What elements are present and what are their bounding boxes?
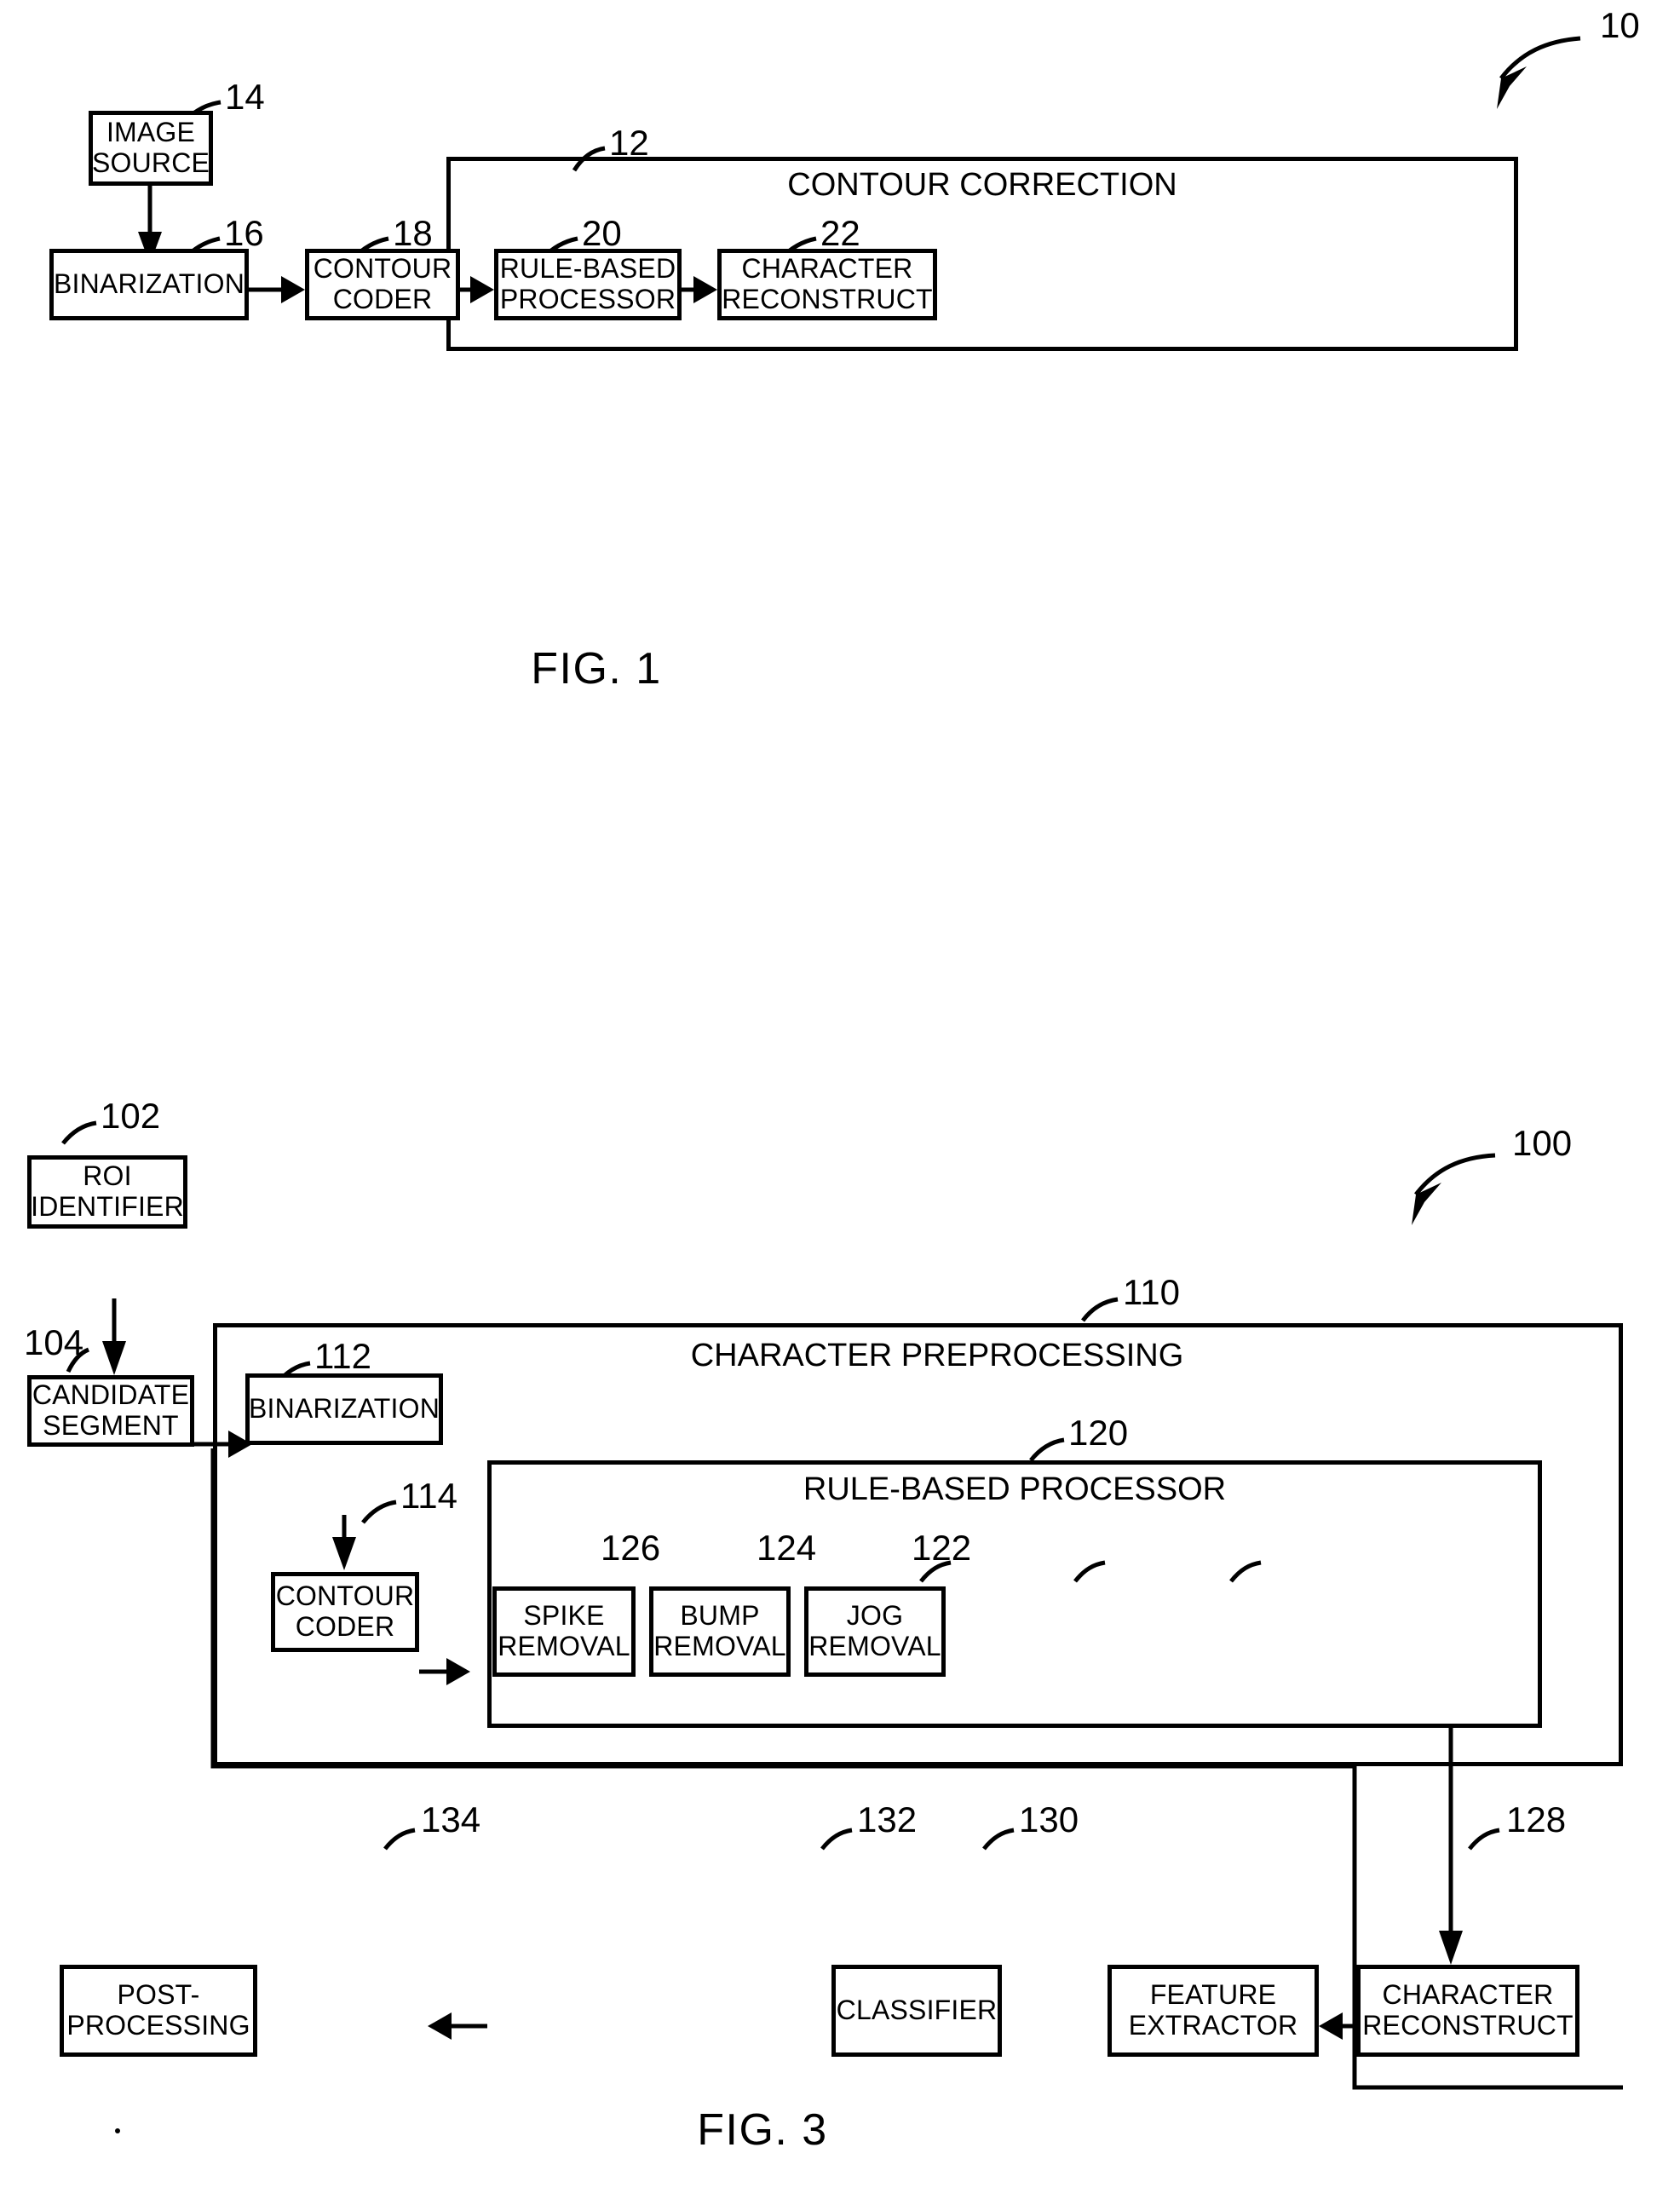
edge-classifier-to-post-processing: [428, 2012, 487, 2040]
node-binarization-line1: BINARIZATION: [248, 1393, 440, 1425]
node-bump-removal[interactable]: BUMP REMOVAL: [649, 1586, 791, 1677]
node-character-reconstruct[interactable]: CHARACTER RECONSTRUCT: [717, 249, 937, 320]
figure-1-caption: FIG. 1: [531, 644, 662, 694]
node-post-processing-line1: POST-: [117, 1979, 200, 2011]
edge-character-reconstruct-to-feature-extractor: [1319, 2012, 1356, 2040]
node-bump-removal-line1: BUMP: [680, 1600, 760, 1632]
node-contour-coder[interactable]: CONTOUR CODER: [271, 1572, 419, 1652]
ref-114: 114: [400, 1476, 457, 1516]
group-contour-correction-title: CONTOUR CORRECTION: [787, 167, 1177, 203]
ref-132: 132: [857, 1799, 918, 1839]
ref-102: 102: [101, 1096, 161, 1136]
leader-130: [982, 1828, 1015, 1851]
ref-110: 110: [1123, 1272, 1180, 1312]
node-contour-coder-line2: CODER: [332, 284, 433, 314]
node-image-source-line1: IMAGE: [106, 117, 196, 148]
leader-102: [61, 1120, 97, 1145]
system-ref-10: 10: [1600, 5, 1640, 45]
patent-drawing-sheet: 10 CONTOUR CORRECTION 12 IMAGE SOURCE 14…: [0, 0, 1680, 2205]
ref-124-label: 124: [757, 1528, 817, 1568]
node-character-reconstruct-line2: RECONSTRUCT: [1362, 2010, 1574, 2041]
node-rule-based-processor[interactable]: RULE-BASED PROCESSOR: [494, 249, 682, 320]
node-classifier-line1: CLASSIFIER: [836, 1995, 998, 2026]
leader-110: [1081, 1297, 1119, 1322]
node-roi-identifier-line2: IDENTIFIER: [31, 1191, 184, 1222]
ref-22: 22: [820, 213, 860, 253]
ref-128: 128: [1506, 1799, 1567, 1839]
node-bump-removal-line2: REMOVAL: [653, 1631, 786, 1661]
node-binarization-line1: BINARIZATION: [53, 268, 245, 300]
ref-104: 104: [24, 1322, 84, 1362]
node-candidate-segment[interactable]: CANDIDATE SEGMENT: [27, 1375, 194, 1447]
node-post-processing-line2: PROCESSING: [66, 2010, 250, 2041]
node-image-source-line2: SOURCE: [91, 147, 210, 178]
ref-126-label: 126: [601, 1528, 661, 1568]
node-candidate-segment-line1: CANDIDATE: [32, 1379, 190, 1411]
ref-120: 120: [1068, 1413, 1129, 1453]
node-feature-extractor-line2: EXTRACTOR: [1128, 2010, 1298, 2041]
fig1-system-leader: [1497, 36, 1581, 109]
node-contour-coder[interactable]: CONTOUR CODER: [305, 249, 460, 320]
node-classifier[interactable]: CLASSIFIER: [831, 1965, 1002, 2057]
node-character-reconstruct-line1: CHARACTER: [741, 253, 913, 285]
node-jog-removal-line1: JOG: [846, 1600, 904, 1632]
node-roi-identifier[interactable]: ROI IDENTIFIER: [27, 1155, 187, 1229]
node-feature-extractor[interactable]: FEATURE EXTRACTOR: [1108, 1965, 1319, 2057]
node-rule-based-processor-line2: PROCESSOR: [499, 284, 676, 314]
node-spike-removal-line2: REMOVAL: [498, 1631, 630, 1661]
ref-134: 134: [421, 1799, 481, 1839]
node-character-reconstruct-line1: CHARACTER: [1382, 1979, 1554, 2011]
node-binarization[interactable]: BINARIZATION: [245, 1373, 443, 1445]
node-character-reconstruct-line2: RECONSTRUCT: [722, 284, 933, 314]
edge-roi-to-candidate-segment: [102, 1298, 126, 1375]
ref-112: 112: [314, 1336, 371, 1376]
node-binarization[interactable]: BINARIZATION: [49, 249, 249, 320]
node-character-reconstruct[interactable]: CHARACTER RECONSTRUCT: [1356, 1965, 1579, 2057]
node-post-processing[interactable]: POST- PROCESSING: [60, 1965, 257, 2057]
leader-134: [383, 1828, 416, 1851]
system-ref-100: 100: [1512, 1123, 1573, 1163]
node-spike-removal-line1: SPIKE: [523, 1600, 605, 1632]
ref-14: 14: [225, 77, 265, 117]
ref-18: 18: [393, 213, 433, 253]
ref-130: 130: [1019, 1799, 1079, 1839]
ref-16: 16: [224, 213, 264, 253]
edge-binarization-to-contour-coder: [249, 276, 305, 303]
leader-132: [820, 1828, 853, 1851]
node-rule-based-processor-line1: RULE-BASED: [499, 253, 676, 285]
node-spike-removal[interactable]: SPIKE REMOVAL: [492, 1586, 636, 1677]
node-contour-coder-line2: CODER: [295, 1611, 395, 1642]
ref-12: 12: [609, 123, 649, 163]
node-image-source[interactable]: IMAGE SOURCE: [89, 111, 213, 186]
ref-122-label: 122: [912, 1528, 972, 1568]
leader-128: [1468, 1828, 1500, 1851]
fig3-system-leader: [1412, 1153, 1496, 1225]
node-roi-identifier-line1: ROI: [83, 1160, 132, 1192]
ref-20: 20: [582, 213, 622, 253]
node-feature-extractor-line1: FEATURE: [1149, 1979, 1277, 2011]
node-jog-removal[interactable]: JOG REMOVAL: [804, 1586, 946, 1677]
node-contour-coder-line1: CONTOUR: [275, 1580, 415, 1612]
node-contour-coder-line1: CONTOUR: [313, 253, 452, 285]
figure-3-caption: FIG. 3: [697, 2105, 828, 2155]
node-jog-removal-line2: REMOVAL: [808, 1631, 941, 1661]
node-candidate-segment-line2: SEGMENT: [43, 1410, 179, 1441]
group-rule-based-processor-title: RULE-BASED PROCESSOR: [803, 1471, 1227, 1507]
group-character-preprocessing-title: CHARACTER PREPROCESSING: [690, 1338, 1184, 1373]
